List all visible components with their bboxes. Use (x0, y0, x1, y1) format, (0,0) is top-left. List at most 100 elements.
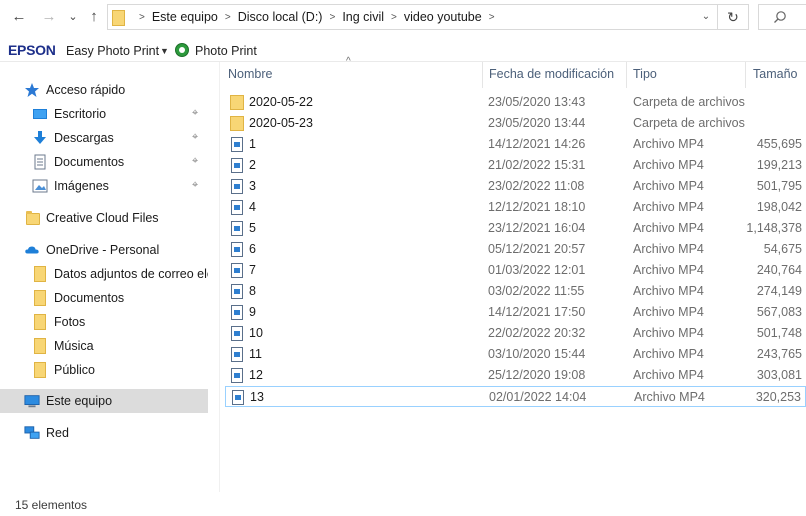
back-button[interactable]: ← (8, 6, 30, 28)
sidebar-item-fotos[interactable]: Fotos (0, 310, 208, 334)
table-row[interactable]: 12 25/12/2020 19:08 Archivo MP4 303,081 (225, 365, 806, 386)
breadcrumb-este-equipo[interactable]: Este equipo (152, 10, 218, 24)
sidebar-item-escritorio[interactable]: Escritorio ⌖ (0, 102, 208, 126)
file-size: 54,675 (763, 242, 802, 256)
file-name: 4 (249, 200, 256, 214)
table-row[interactable]: 2 21/02/2022 15:31 Archivo MP4 199,213 (225, 155, 806, 176)
table-row[interactable]: 13 02/01/2022 14:04 Archivo MP4 320,253 (225, 386, 806, 407)
file-type: Archivo MP4 (633, 284, 704, 298)
file-size: 1,148,378 (746, 221, 802, 235)
table-row[interactable]: 1 14/12/2021 14:26 Archivo MP4 455,695 (225, 134, 806, 155)
file-name: 5 (249, 221, 256, 235)
sidebar-item-datos-adjuntos[interactable]: Datos adjuntos de correo electrónico (0, 262, 208, 286)
file-name: 7 (249, 263, 256, 277)
document-icon (34, 154, 46, 170)
file-date: 23/12/2021 16:04 (488, 221, 586, 235)
table-row[interactable]: 8 03/02/2022 11:55 Archivo MP4 274,149 (225, 281, 806, 302)
sidebar-item-descargas[interactable]: Descargas ⌖ (0, 126, 208, 150)
cloud-icon (25, 246, 39, 254)
sidebar-item-musica[interactable]: Música (0, 334, 208, 358)
easy-photo-print-button[interactable]: Easy Photo Print (66, 44, 159, 58)
table-row[interactable]: 2020-05-22 23/05/2020 13:43 Carpeta de arc… (225, 92, 806, 113)
forward-button[interactable]: → (38, 6, 60, 28)
photo-print-button[interactable]: Photo Print (195, 44, 257, 58)
sidebar-item-label: Público (54, 363, 95, 377)
file-name: 12 (249, 368, 263, 382)
file-size: 455,695 (756, 137, 802, 151)
pin-icon: ⌖ (192, 155, 199, 167)
file-date: 03/10/2020 15:44 (488, 347, 586, 361)
table-row[interactable]: 3 23/02/2022 11:08 Archivo MP4 501,795 (225, 176, 806, 197)
star-icon (25, 83, 39, 97)
sidebar-item-quick-access[interactable]: Acceso rápido (0, 78, 208, 102)
refresh-button[interactable]: ↻ (717, 5, 748, 29)
table-row[interactable]: 5 23/12/2021 16:04 Archivo MP4 1,148,378 (225, 218, 806, 239)
breadcrumb-video-youtube[interactable]: video youtube (404, 10, 482, 24)
sidebar-item-label: Escritorio (54, 107, 107, 121)
file-type: Archivo MP4 (633, 221, 704, 235)
sidebar-item-label: Acceso rápido (46, 83, 126, 97)
breadcrumb-separator: > (224, 11, 231, 23)
sidebar-item-creative-cloud[interactable]: Creative Cloud Files (0, 206, 208, 230)
column-header-date[interactable]: Fecha de modificación (489, 62, 624, 88)
folder-icon (34, 266, 46, 282)
file-date: 12/12/2021 18:10 (488, 200, 586, 214)
file-name: 9 (249, 305, 256, 319)
breadcrumb-separator: > (488, 11, 495, 23)
search-icon (774, 11, 786, 23)
file-date: 25/12/2020 19:08 (488, 368, 586, 382)
file-type: Archivo MP4 (633, 368, 704, 382)
file-name: 10 (249, 326, 263, 340)
up-button[interactable]: ↑ (83, 6, 105, 28)
breadcrumb-ing-civil[interactable]: Ing civil (342, 10, 384, 24)
file-date: 14/12/2021 17:50 (488, 305, 586, 319)
file-size: 240,764 (756, 263, 802, 277)
sidebar-item-imagenes[interactable]: Imágenes ⌖ (0, 174, 208, 198)
sidebar-item-od-documentos[interactable]: Documentos (0, 286, 208, 310)
file-size: 567,083 (756, 305, 802, 319)
file-name: 8 (249, 284, 256, 298)
recent-locations-button[interactable]: ⌄ (62, 6, 84, 28)
file-type: Archivo MP4 (633, 200, 704, 214)
folder-icon (34, 338, 46, 354)
sidebar-item-label: Datos adjuntos de correo electrónico (54, 267, 208, 281)
file-date: 22/02/2022 20:32 (488, 326, 586, 340)
file-type: Archivo MP4 (633, 137, 704, 151)
breadcrumb-disco-local[interactable]: Disco local (D:) (238, 10, 323, 24)
address-bar[interactable]: > Este equipo > Disco local (D:) > Ing c… (107, 4, 749, 30)
file-type: Archivo MP4 (633, 347, 704, 361)
easy-photo-print-dropdown[interactable]: ▼ (160, 46, 169, 56)
column-header-size[interactable]: Tamaño (753, 62, 805, 88)
file-name: 2 (249, 158, 256, 172)
file-size: 303,081 (756, 368, 802, 382)
table-row[interactable]: 7 01/03/2022 12:01 Archivo MP4 240,764 (225, 260, 806, 281)
table-row[interactable]: 9 14/12/2021 17:50 Archivo MP4 567,083 (225, 302, 806, 323)
search-input[interactable] (758, 4, 806, 30)
sidebar-item-label: Este equipo (46, 394, 113, 408)
sidebar-item-este-equipo[interactable]: Este equipo (0, 389, 208, 413)
file-date: 23/05/2020 13:43 (488, 95, 586, 109)
sidebar-item-publico[interactable]: Público (0, 358, 208, 382)
status-bar-count: 15 elementos (15, 498, 88, 512)
sidebar-item-red[interactable]: Red (0, 421, 208, 445)
sidebar-item-documentos[interactable]: Documentos ⌖ (0, 150, 208, 174)
sidebar-item-label: Música (54, 339, 94, 353)
computer-icon (24, 395, 40, 408)
file-type: Archivo MP4 (633, 263, 704, 277)
column-header-name[interactable]: Nombre (228, 62, 478, 88)
sidebar-item-onedrive[interactable]: OneDrive - Personal (0, 238, 208, 262)
address-dropdown-button[interactable]: ⌄ (696, 5, 716, 29)
column-header-type[interactable]: Tipo (633, 62, 743, 88)
table-row[interactable]: 2020-05-23 23/05/2020 13:44 Carpeta de arc… (225, 113, 806, 134)
file-type: Archivo MP4 (633, 179, 704, 193)
file-name: 3 (249, 179, 256, 193)
sidebar-item-label: OneDrive - Personal (46, 243, 160, 257)
table-row[interactable]: 11 03/10/2020 15:44 Archivo MP4 243,765 (225, 344, 806, 365)
folder-icon (34, 290, 46, 306)
table-row[interactable]: 6 05/12/2021 20:57 Archivo MP4 54,675 (225, 239, 806, 260)
download-icon (34, 131, 46, 144)
file-size: 501,748 (756, 326, 802, 340)
table-row[interactable]: 10 22/02/2022 20:32 Archivo MP4 501,748 (225, 323, 806, 344)
breadcrumb-separator: > (329, 11, 336, 23)
table-row[interactable]: 4 12/12/2021 18:10 Archivo MP4 198,042 (225, 197, 806, 218)
